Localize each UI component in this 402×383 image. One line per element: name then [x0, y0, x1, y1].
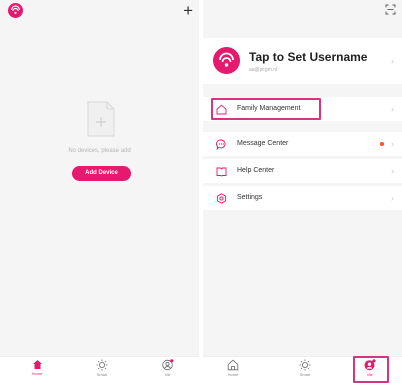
empty-state-text: No devices, please add	[68, 148, 131, 154]
tab-smart[interactable]: Smart	[285, 359, 325, 377]
tab-smart-label: Smart	[96, 372, 108, 377]
home-icon	[32, 360, 42, 369]
tab-home-label: Home	[31, 371, 43, 376]
message-icon	[216, 139, 226, 150]
tab-smart[interactable]: Smart	[82, 359, 122, 377]
menu-item-help-center[interactable]: Help Center ›	[203, 159, 402, 183]
me-tab-highlight	[353, 356, 389, 383]
gear-icon	[216, 193, 227, 204]
tab-home-label: Home	[227, 372, 239, 377]
chevron-right-icon: ›	[391, 166, 394, 176]
family-management-highlight	[211, 98, 321, 120]
tab-me[interactable]: Me	[148, 359, 188, 377]
me-screen: Tap to Set Username aa@pcgm.nl › Family …	[203, 0, 402, 383]
add-device-button[interactable]: Add Device	[72, 166, 131, 181]
bottom-tab-bar: Home Smart Me	[0, 356, 199, 383]
menu-item-message-center[interactable]: Message Center ›	[203, 132, 402, 156]
home-outline-icon	[227, 359, 239, 371]
scan-icon[interactable]	[385, 4, 396, 15]
book-icon	[216, 167, 227, 177]
home-topbar: +	[0, 0, 199, 24]
chevron-right-icon: ›	[391, 193, 394, 203]
sun-icon	[299, 359, 311, 371]
tab-home[interactable]: Home	[17, 359, 57, 376]
app-logo-icon	[8, 3, 23, 18]
home-screen: + No devices, please add Add Device Home…	[0, 0, 199, 383]
chevron-right-icon: ›	[391, 56, 394, 66]
profile-icon	[162, 359, 174, 371]
menu-item-settings[interactable]: Settings ›	[203, 186, 402, 210]
menu-item-label: Settings	[237, 194, 263, 201]
empty-device-icon	[86, 101, 116, 138]
profile-card[interactable]: Tap to Set Username aa@pcgm.nl ›	[203, 38, 402, 84]
tab-smart-label: Smart	[299, 372, 311, 377]
menu-item-label: Help Center	[237, 167, 275, 174]
wifi-logo-icon	[219, 52, 234, 67]
tab-home[interactable]: Home	[213, 359, 253, 377]
chevron-right-icon: ›	[391, 104, 394, 114]
unread-dot	[380, 142, 384, 146]
user-email: aa@pcgm.nl	[249, 67, 278, 73]
chevron-right-icon: ›	[391, 139, 394, 149]
tab-me-label: Me	[165, 372, 171, 377]
menu-item-label: Message Center	[237, 140, 289, 147]
sun-icon	[96, 359, 108, 371]
username[interactable]: Tap to Set Username	[249, 50, 367, 64]
add-button[interactable]: +	[183, 2, 193, 19]
avatar[interactable]	[213, 47, 240, 74]
